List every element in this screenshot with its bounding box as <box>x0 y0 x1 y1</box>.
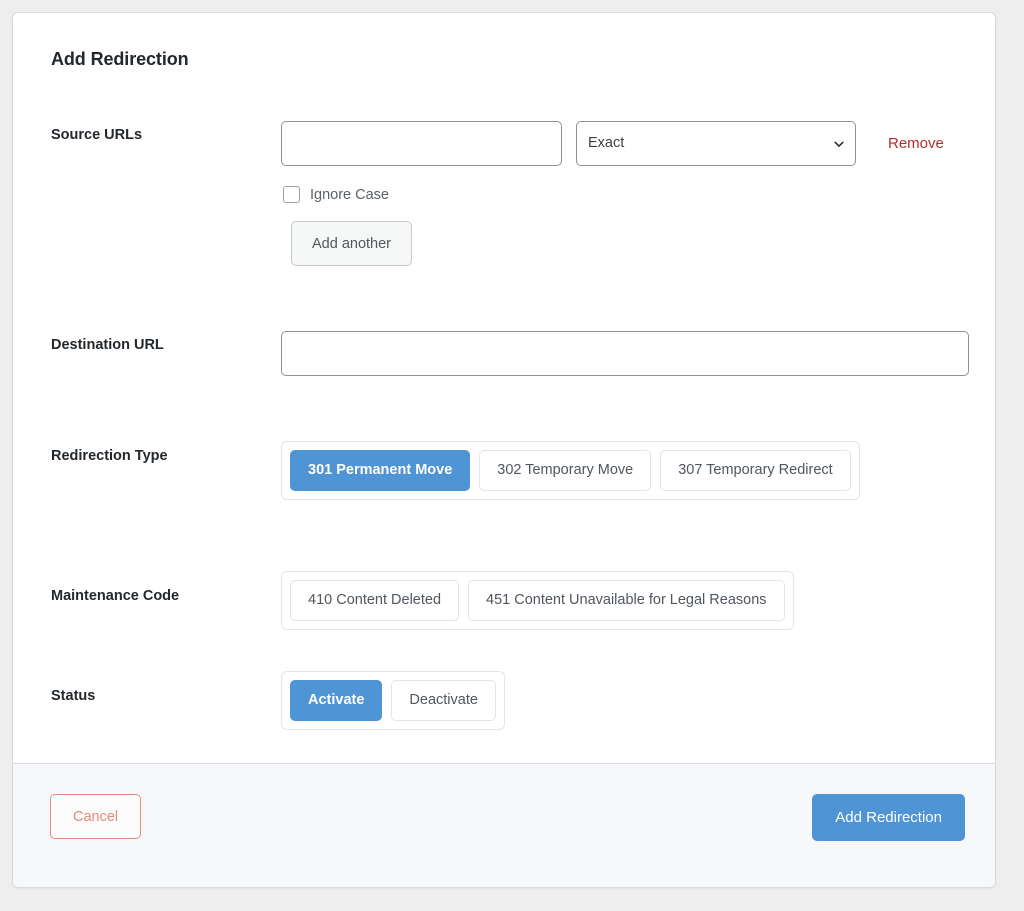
status-option-activate[interactable]: Activate <box>290 680 383 721</box>
cancel-button[interactable]: Cancel <box>50 794 142 839</box>
ignore-case-label: Ignore Case <box>310 186 389 203</box>
redirection-type-option-302[interactable]: 302 Temporary Move <box>479 450 652 491</box>
page-title: Add Redirection <box>51 49 189 69</box>
status-field: Activate Deactivate <box>281 671 505 730</box>
redirection-type-label: Redirection Type <box>51 448 168 464</box>
match-type-select-value: Exact <box>576 121 856 166</box>
source-urls-field: Exact Remove Ignore Case Add another <box>281 121 944 266</box>
maintenance-code-label: Maintenance Code <box>51 588 180 604</box>
add-another-button[interactable]: Add another <box>291 221 413 266</box>
redirection-type-option-301[interactable]: 301 Permanent Move <box>290 450 471 491</box>
remove-source-url-link[interactable]: Remove <box>888 135 944 152</box>
maintenance-code-field: 410 Content Deleted 451 Content Unavaila… <box>281 571 794 630</box>
destination-url-field <box>281 331 969 376</box>
source-urls-label: Source URLs <box>51 127 143 143</box>
destination-url-label: Destination URL <box>51 337 164 353</box>
redirection-type-group: 301 Permanent Move 302 Temporary Move 30… <box>281 441 860 500</box>
match-type-select[interactable]: Exact <box>576 121 856 166</box>
destination-url-input[interactable] <box>281 331 969 376</box>
card-body: Add Redirection Source URLs Exact Remove… <box>13 13 995 763</box>
maintenance-code-option-410[interactable]: 410 Content Deleted <box>290 580 460 621</box>
maintenance-code-option-451[interactable]: 451 Content Unavailable for Legal Reason… <box>468 580 785 621</box>
redirection-type-option-307[interactable]: 307 Temporary Redirect <box>660 450 851 491</box>
ignore-case-checkbox[interactable] <box>283 186 300 203</box>
add-redirection-card: Add Redirection Source URLs Exact Remove… <box>12 12 996 888</box>
maintenance-code-group: 410 Content Deleted 451 Content Unavaila… <box>281 571 794 630</box>
ignore-case-row[interactable]: Ignore Case <box>283 186 944 203</box>
redirection-type-field: 301 Permanent Move 302 Temporary Move 30… <box>281 441 860 500</box>
status-label: Status <box>51 688 96 704</box>
source-url-input[interactable] <box>281 121 562 166</box>
add-redirection-submit-button[interactable]: Add Redirection <box>812 794 965 841</box>
status-option-deactivate[interactable]: Deactivate <box>391 680 496 721</box>
status-group: Activate Deactivate <box>281 671 505 730</box>
card-footer: Cancel Add Redirection <box>13 763 995 887</box>
